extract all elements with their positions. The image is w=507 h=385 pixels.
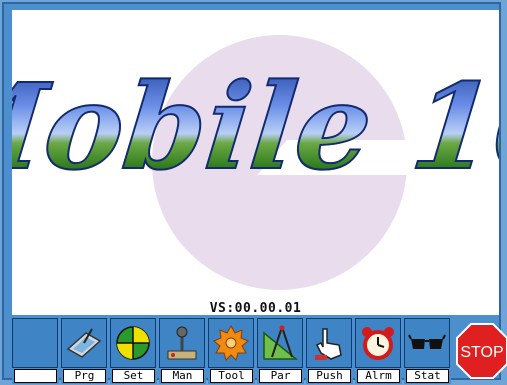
joystick-icon xyxy=(159,318,205,368)
toolbar-button-man[interactable]: Man xyxy=(159,318,206,384)
alarm-clock-icon xyxy=(355,318,401,368)
version-text: VS:00.00.01 xyxy=(209,301,302,315)
toolbar-button-label: Par xyxy=(259,369,302,383)
toolbar-button-tool[interactable]: Tool xyxy=(208,318,255,384)
toolbar-button-label xyxy=(14,369,57,383)
toolbar-button-stat[interactable]: Stat xyxy=(404,318,451,384)
toolbar-button-label: Man xyxy=(161,369,204,383)
saw-blade-icon xyxy=(208,318,254,368)
setup-crosshair-icon xyxy=(110,318,156,368)
parameters-compass-icon xyxy=(257,318,303,368)
toolbar-button-prg[interactable]: Prg xyxy=(61,318,108,384)
toolbar-button-label: Stat xyxy=(406,369,449,383)
stop-label: STOP xyxy=(460,344,503,361)
program-tablet-icon xyxy=(61,318,107,368)
toolbar-button-par[interactable]: Par xyxy=(257,318,304,384)
splash-screen: Mobile 10 VS:00.00.01 xyxy=(12,10,499,315)
toolbar-button-label: Push xyxy=(308,369,351,383)
toolbar-button-label: Prg xyxy=(63,369,106,383)
pointing-hand-icon xyxy=(306,318,352,368)
blank-icon xyxy=(12,318,58,368)
function-toolbar: Prg Set Man Tool Par Push Alrm Stat STOP xyxy=(12,318,507,385)
logo-text: Mobile 10 xyxy=(12,57,499,196)
stop-button[interactable]: STOP xyxy=(456,320,507,382)
toolbar-button-set[interactable]: Set xyxy=(110,318,157,384)
toolbar-button-push[interactable]: Push xyxy=(306,318,353,384)
toolbar-button-label: Alrm xyxy=(357,369,400,383)
toolbar-button-label: Set xyxy=(112,369,155,383)
toolbar-button-alrm[interactable]: Alrm xyxy=(355,318,402,384)
glasses-icon xyxy=(404,318,450,368)
toolbar-button-blank[interactable] xyxy=(12,318,59,384)
logo: Mobile 10 xyxy=(12,56,499,197)
toolbar-button-label: Tool xyxy=(210,369,253,383)
